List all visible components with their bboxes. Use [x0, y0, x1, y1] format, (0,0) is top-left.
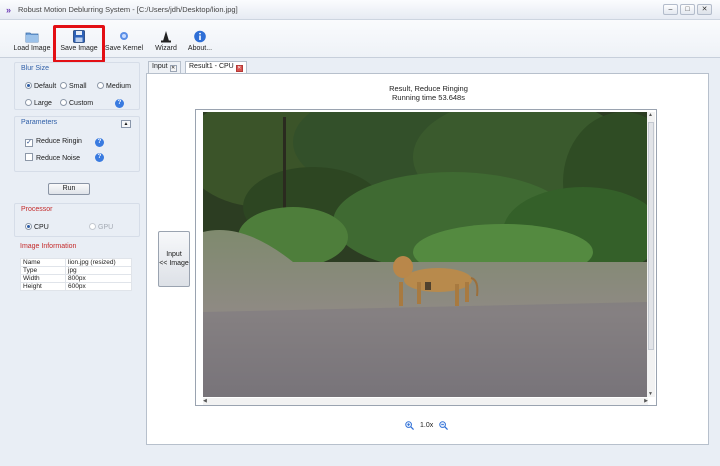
- help-icon[interactable]: ?: [95, 138, 104, 147]
- table-row: Type jpg: [20, 266, 132, 275]
- reduce-noise-label: Reduce Noise: [36, 155, 80, 162]
- maximize-button[interactable]: □: [680, 4, 695, 15]
- close-button[interactable]: ✕: [697, 4, 712, 15]
- blur-custom-option[interactable]: Custom: [60, 99, 93, 107]
- scroll-up-icon[interactable]: ▲: [648, 112, 653, 118]
- radio-selected-icon: [25, 82, 32, 89]
- scroll-down-icon[interactable]: ▼: [648, 391, 653, 397]
- app-icon: »: [6, 5, 12, 15]
- processor-gpu-label: GPU: [98, 224, 114, 231]
- input-button-line2: << Image: [159, 260, 189, 267]
- scroll-thumb[interactable]: [648, 122, 654, 350]
- help-icon[interactable]: ?: [115, 99, 124, 108]
- save-image-highlight: [53, 25, 105, 63]
- info-key: Width: [20, 274, 66, 283]
- info-key: Height: [20, 282, 66, 291]
- info-value: 600px: [65, 282, 132, 291]
- scroll-left-icon[interactable]: ◀: [203, 398, 207, 404]
- image-info-title: Image Information: [20, 243, 77, 250]
- wizard-label: Wizard: [155, 45, 177, 52]
- reduce-noise-checkbox[interactable]: Reduce Noise: [25, 153, 80, 162]
- vertical-scrollbar[interactable]: ▲ ▼: [647, 112, 655, 397]
- collapse-icon[interactable]: ▲: [121, 120, 131, 128]
- wizard-button[interactable]: Wizard: [154, 30, 178, 56]
- table-row: Width 800px: [20, 274, 132, 283]
- blur-default-option[interactable]: Default: [25, 82, 56, 90]
- info-value: lion.jpg (resized): [65, 258, 132, 267]
- toolbar: Load Image Save Image Save Kernel Wizard…: [0, 20, 720, 58]
- table-row: Name lion.jpg (resized): [20, 258, 132, 267]
- parameters-group: Parameters ▲ ✓ Reduce Ringin ? Reduce Noi…: [14, 116, 140, 172]
- blur-medium-option[interactable]: Medium: [97, 82, 131, 90]
- blur-small-label: Small: [69, 83, 87, 90]
- info-key: Name: [20, 258, 66, 267]
- info-icon: [194, 30, 206, 43]
- processor-gpu-option[interactable]: GPU: [89, 223, 113, 231]
- wizard-hat-icon: [161, 31, 171, 43]
- blur-large-option[interactable]: Large: [25, 99, 52, 107]
- about-label: About...: [187, 45, 213, 52]
- save-kernel-button[interactable]: Save Kernel: [104, 30, 144, 56]
- radio-icon: [60, 99, 67, 106]
- reduce-ringing-checkbox[interactable]: ✓ Reduce Ringin: [25, 138, 82, 147]
- radio-selected-icon: [25, 223, 32, 230]
- processor-cpu-label: CPU: [34, 224, 49, 231]
- processor-cpu-option[interactable]: CPU: [25, 223, 49, 231]
- checkbox-icon: [25, 153, 33, 161]
- zoom-controls: 1.0x: [405, 421, 449, 430]
- result-title: Result, Reduce Ringing: [389, 84, 468, 93]
- horizontal-scrollbar[interactable]: ◀ ▶: [203, 398, 648, 405]
- blur-small-option[interactable]: Small: [60, 82, 87, 90]
- load-image-button[interactable]: Load Image: [12, 30, 52, 56]
- radio-icon: [97, 82, 104, 89]
- close-tab-icon[interactable]: ✕: [235, 65, 243, 72]
- table-row: Height 600px: [20, 282, 132, 291]
- checkbox-checked-icon: ✓: [25, 139, 33, 147]
- load-image-label: Load Image: [13, 45, 51, 52]
- title-bar: » Robust Motion Deblurring System - [C:/…: [0, 0, 720, 20]
- info-value: jpg: [65, 266, 132, 275]
- tab-input[interactable]: Input ✕: [148, 61, 181, 73]
- zoom-in-icon[interactable]: [405, 421, 414, 430]
- window-controls: – □ ✕: [663, 4, 712, 15]
- info-key: Type: [20, 266, 66, 275]
- zoom-out-icon[interactable]: [439, 421, 449, 430]
- radio-icon: [60, 82, 67, 89]
- radio-icon: [25, 99, 32, 106]
- window-title: Robust Motion Deblurring System - [C:/Us…: [18, 5, 238, 14]
- lion-photo: [203, 112, 648, 397]
- run-button[interactable]: Run: [48, 183, 90, 195]
- kernel-dot-icon: [120, 32, 128, 40]
- blur-medium-label: Medium: [106, 83, 131, 90]
- running-time: Running time 53.648s: [392, 93, 465, 102]
- processor-group: Processor CPU GPU: [14, 203, 140, 237]
- input-image-button[interactable]: Input << Image: [158, 231, 190, 287]
- help-icon[interactable]: ?: [95, 153, 104, 162]
- tab-result-label: Result1 - CPU: [189, 63, 234, 70]
- folder-icon: [25, 32, 39, 43]
- tab-result1-cpu[interactable]: Result1 - CPU ✕: [185, 61, 247, 73]
- blur-custom-label: Custom: [69, 100, 94, 107]
- about-button[interactable]: About...: [186, 30, 214, 56]
- result-panel: Result, Reduce Ringing Running time 53.6…: [146, 73, 709, 445]
- blur-size-group: Blur Size Default Small Medium Large Cus…: [14, 62, 140, 110]
- minimize-button[interactable]: –: [663, 4, 678, 15]
- blur-large-label: Large: [34, 100, 52, 107]
- image-info-table: Name lion.jpg (resized) Type jpg Width 800p…: [20, 258, 132, 291]
- blur-default-label: Default: [34, 83, 57, 90]
- reduce-ringing-label: Reduce Ringin: [36, 138, 82, 145]
- close-tab-icon[interactable]: ✕: [169, 65, 177, 72]
- image-viewer[interactable]: ▲ ▼ ◀ ▶: [195, 109, 657, 406]
- radio-disabled-icon: [89, 223, 96, 230]
- info-value: 800px: [65, 274, 132, 283]
- tab-input-label: Input: [152, 63, 168, 70]
- blur-size-title: Blur Size: [21, 65, 50, 72]
- input-button-line1: Input: [166, 251, 182, 258]
- parameters-title: Parameters: [21, 119, 58, 126]
- lion-image: [203, 112, 648, 397]
- processor-title: Processor: [21, 206, 53, 213]
- scroll-right-icon[interactable]: ▶: [644, 398, 648, 404]
- zoom-level: 1.0x: [420, 422, 434, 429]
- save-kernel-label: Save Kernel: [104, 45, 144, 52]
